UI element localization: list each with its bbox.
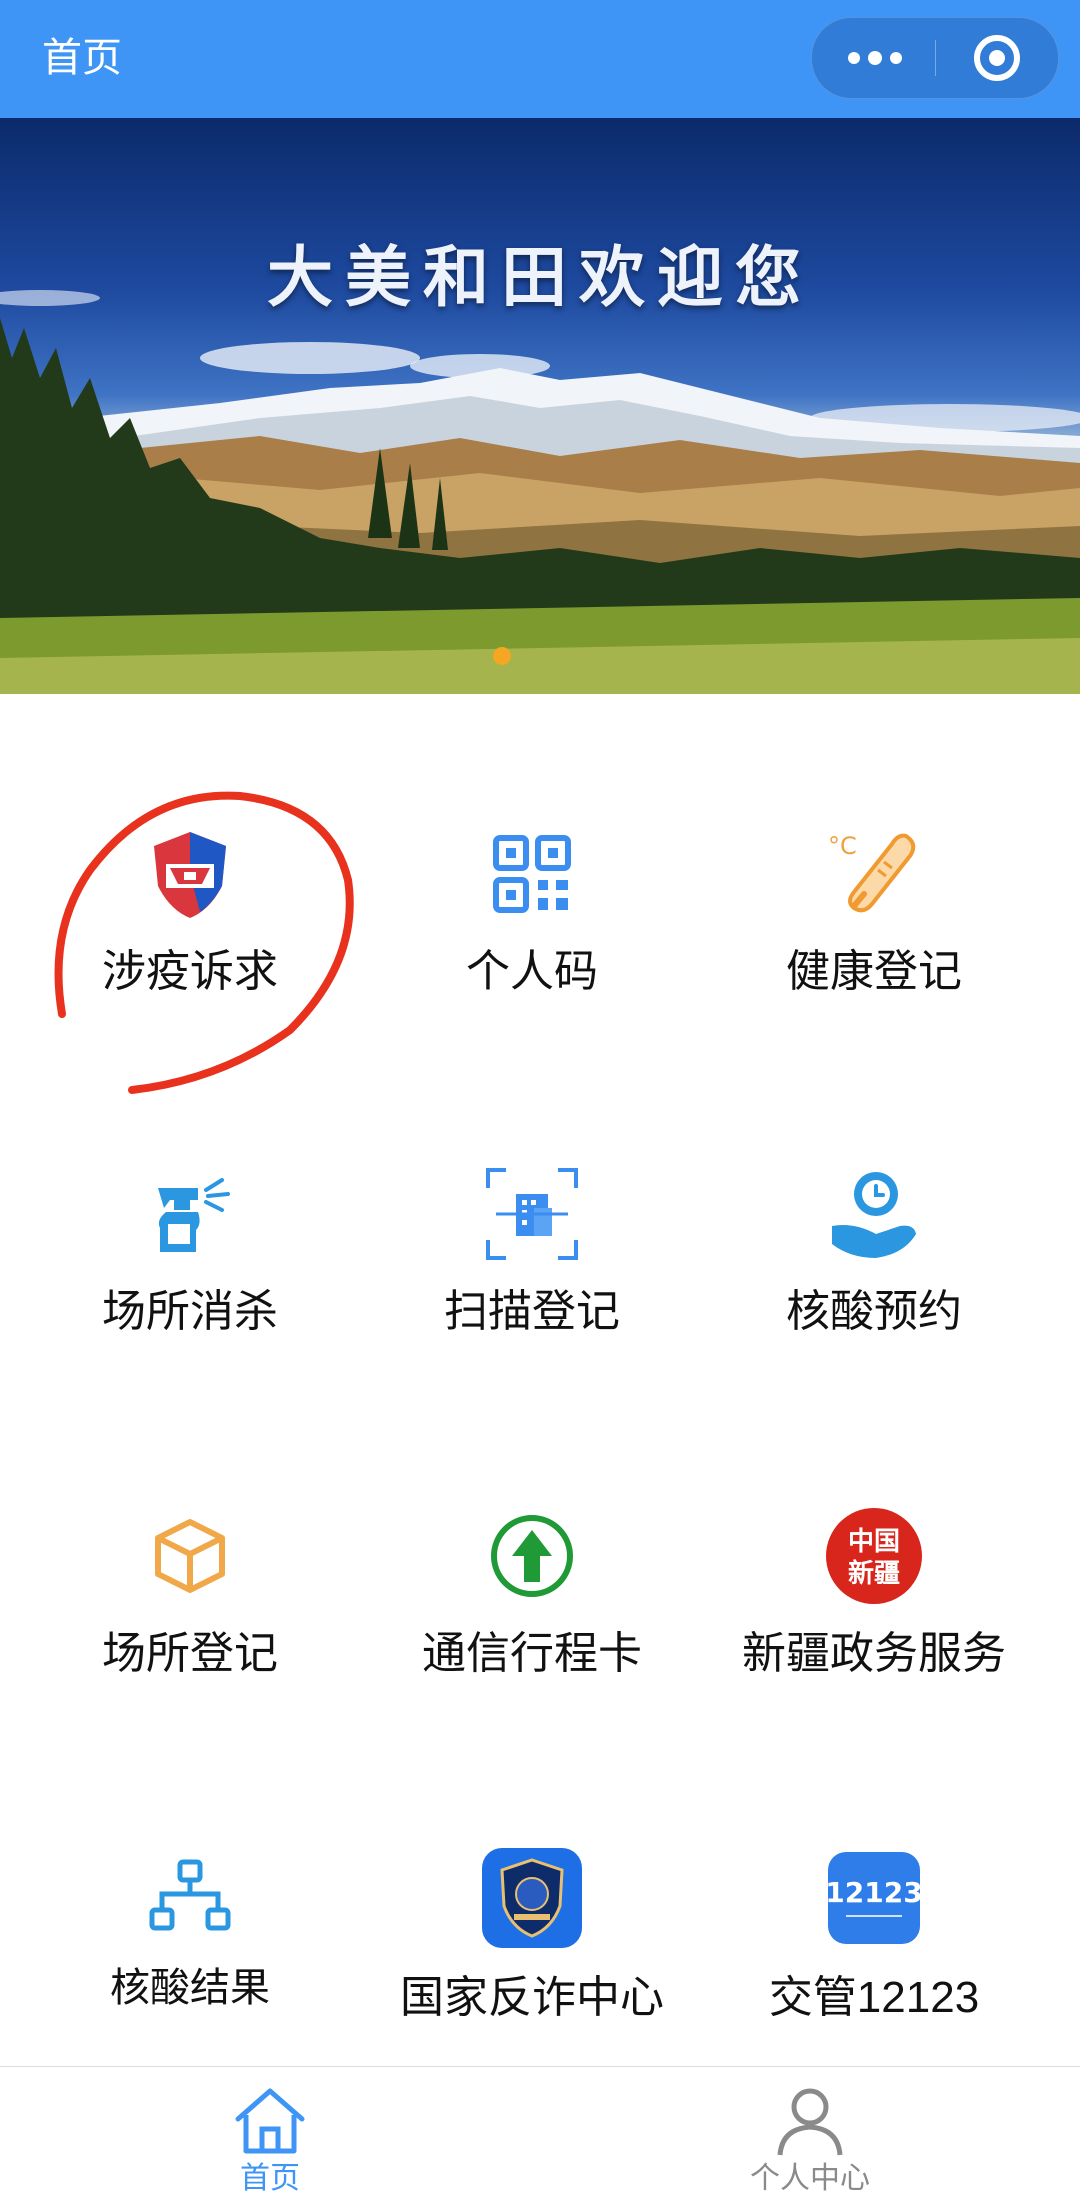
up-arrow-circle-icon (491, 1515, 573, 1597)
banner-landscape-image (0, 290, 1080, 694)
traffic-12123-icon: 12123 (825, 1852, 923, 1944)
service-label: 新疆政务服务 (742, 1629, 1006, 1678)
service-item-xinjiang-gov[interactable]: 中国 新疆 新疆政务服务 (704, 1506, 1044, 1706)
tab-bar: 首页 个人中心 (0, 2066, 1080, 2210)
service-item-epidemic-appeal[interactable]: 涉疫诉求 (20, 824, 360, 1024)
service-item-nucleic-result[interactable]: 核酸结果 (20, 1848, 360, 2048)
cube-icon (155, 1519, 225, 1593)
close-mini-program-button[interactable] (936, 18, 1058, 98)
tab-label: 首页 (240, 2162, 300, 2195)
service-label: 健康登记 (786, 947, 962, 996)
scan-building-icon (486, 1168, 578, 1260)
service-label: 涉疫诉求 (102, 947, 278, 996)
org-chart-icon (149, 1859, 231, 1931)
tab-home[interactable]: 首页 (0, 2067, 540, 2210)
service-item-nucleic-booking[interactable]: 核酸预约 (704, 1164, 1044, 1364)
tab-label: 个人中心 (750, 2162, 870, 2195)
qr-code-icon (493, 835, 571, 913)
xinjiang-gov-icon: 中国 新疆 (826, 1508, 922, 1604)
more-dot-icon (890, 52, 902, 64)
svg-text:12123: 12123 (825, 1876, 922, 1909)
more-dot-icon (848, 52, 860, 64)
service-item-traffic-12123[interactable]: 12123 交管12123 (704, 1848, 1044, 2048)
more-dot-icon (868, 51, 882, 65)
service-label: 扫描登记 (444, 1287, 620, 1336)
service-label: 核酸预约 (786, 1287, 962, 1336)
tab-personal-center[interactable]: 个人中心 (540, 2067, 1080, 2210)
service-item-travel-card[interactable]: 通信行程卡 (362, 1506, 702, 1706)
service-label: 国家反诈中心 (400, 1973, 664, 2022)
nav-bar: 首页 (0, 0, 1080, 118)
banner-carousel[interactable]: 大美和田欢迎您 (0, 118, 1080, 694)
service-label: 通信行程卡 (422, 1629, 642, 1678)
service-item-venue-register[interactable]: 场所登记 (20, 1506, 360, 1706)
service-label: 核酸结果 (110, 1966, 270, 2010)
thermometer-icon: °C (828, 832, 916, 913)
clock-hand-icon (832, 1172, 916, 1258)
banner-title: 大美和田欢迎您 (267, 240, 813, 314)
target-center-icon (989, 50, 1005, 66)
carousel-indicator (493, 647, 511, 665)
svg-text:中国: 中国 (848, 1527, 900, 1557)
spray-bottle-icon (158, 1178, 230, 1252)
service-item-venue-disinfection[interactable]: 场所消杀 (20, 1164, 360, 1364)
service-label: 场所登记 (102, 1629, 278, 1678)
service-item-anti-fraud[interactable]: 国家反诈中心 (362, 1848, 702, 2048)
svg-text:°C: °C (828, 832, 857, 860)
anti-fraud-badge-icon (482, 1848, 582, 1948)
service-label: 场所消杀 (102, 1287, 278, 1336)
more-menu-button[interactable] (812, 18, 935, 98)
home-icon (235, 2088, 305, 2154)
page-title: 首页 (42, 36, 122, 80)
service-label: 个人码 (466, 947, 598, 996)
service-label: 交管12123 (768, 1973, 980, 2022)
shield-icon (154, 832, 226, 918)
service-item-scan-register[interactable]: 扫描登记 (362, 1164, 702, 1364)
svg-text:新疆: 新疆 (848, 1558, 900, 1589)
mini-program-capsule (811, 17, 1059, 99)
service-item-personal-code[interactable]: 个人码 (362, 824, 702, 1024)
user-icon (777, 2088, 843, 2156)
service-item-health-register[interactable]: °C 健康登记 (704, 824, 1044, 1024)
